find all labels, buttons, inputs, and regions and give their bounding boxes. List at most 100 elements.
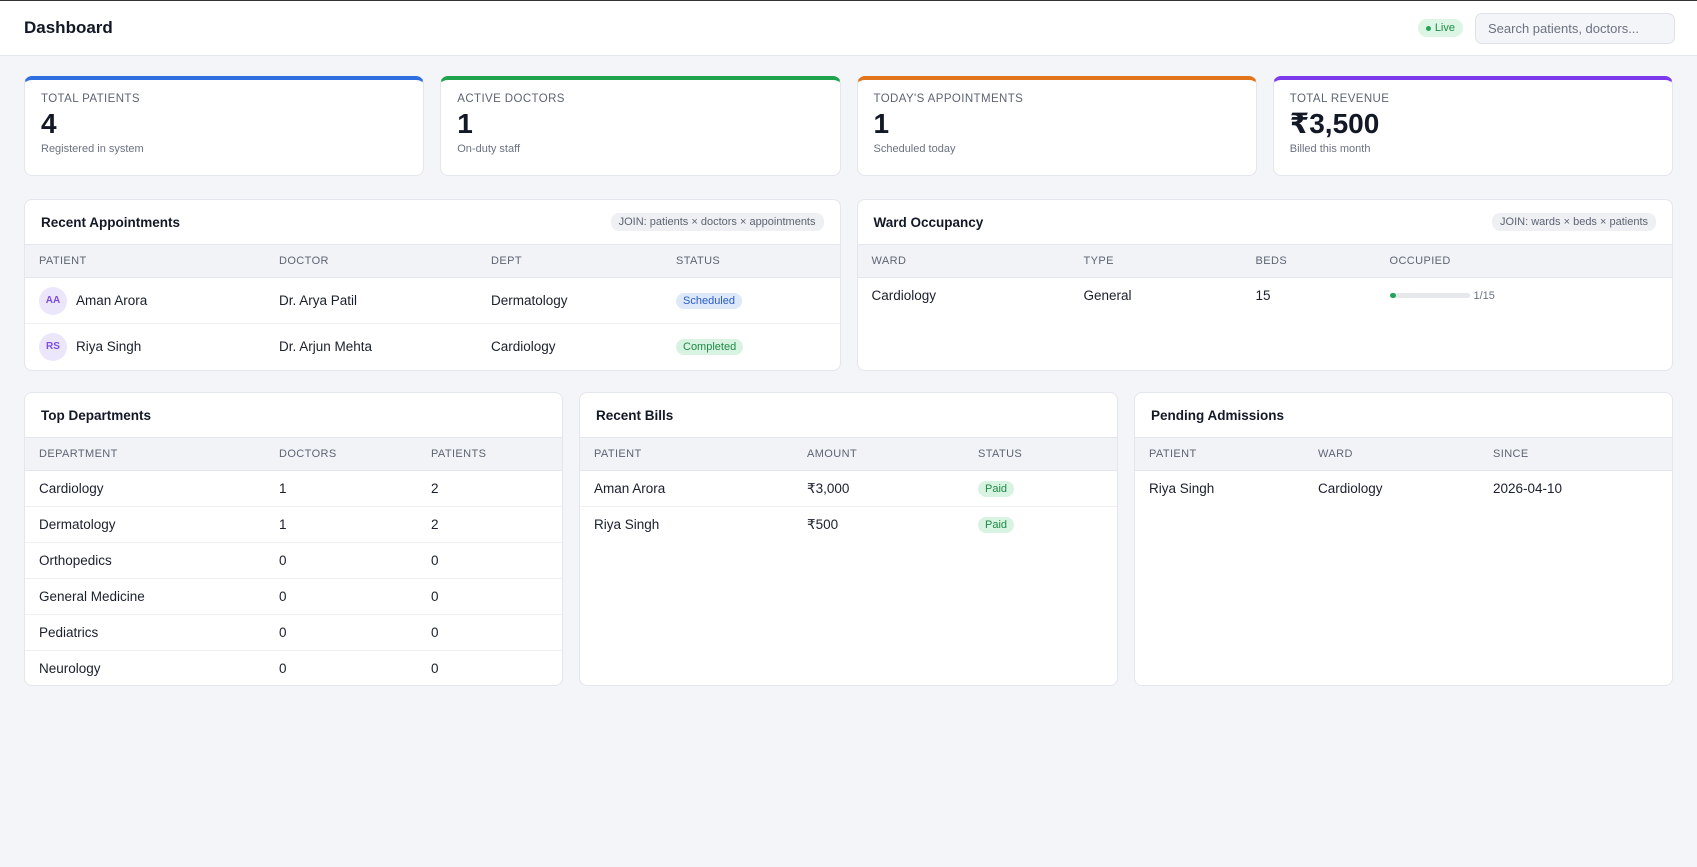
avatar: AA: [39, 286, 67, 315]
patient-cell: Aman Arora: [594, 481, 666, 496]
patient-name: Aman Arora: [76, 293, 148, 308]
table-row[interactable]: Pediatrics 0 0: [25, 614, 562, 651]
column-header: Beds: [1241, 244, 1376, 278]
stat-card-todays-appointments: Today's Appointments 1 Scheduled today: [856, 76, 1257, 176]
patient-cell: AA Aman Arora: [25, 278, 265, 324]
table-row[interactable]: RS Riya Singh Dr. Arjun Mehta Cardiology…: [25, 323, 840, 370]
column-header: Status: [662, 244, 840, 278]
patients-cell: 0: [417, 578, 562, 615]
join-pill: JOIN: wards × beds × patients: [1492, 213, 1656, 231]
live-label: Live: [1434, 22, 1455, 34]
top-bar-actions: Live: [1417, 12, 1675, 44]
table-row[interactable]: Riya Singh ₹500 Paid: [580, 506, 1117, 543]
department-cell: Dermatology: [25, 506, 265, 543]
pending-admissions-card: Pending Admissions Patient Ward Since Ri…: [1134, 392, 1673, 686]
since-cell: 2026-04-10: [1493, 481, 1563, 497]
patients-cell: 0: [417, 614, 562, 651]
stat-value: 1: [457, 108, 473, 139]
table-row[interactable]: Riya Singh Cardiology 2026-04-10: [1135, 471, 1672, 507]
live-dot-icon: [1425, 25, 1431, 31]
stat-label: Active Doctors: [457, 93, 565, 105]
card-header: Pending Admissions: [1135, 393, 1672, 437]
status-cell: Paid: [964, 506, 1117, 543]
stat-subtitle: Scheduled today: [873, 143, 956, 155]
patient-cell-content: RS Riya Singh: [39, 332, 251, 361]
occupancy-bar-fill: [1389, 293, 1396, 299]
doctor-cell: Dr. Arya Patil: [279, 293, 358, 308]
column-header: Ward: [857, 244, 1070, 278]
status-cell: Paid: [964, 471, 1117, 507]
table-row[interactable]: Cardiology 1 2: [25, 471, 562, 507]
column-header: Amount: [793, 437, 964, 471]
appointments-table: Patient Doctor Dept Status AA Aman Arora: [25, 244, 840, 370]
status-badge: Paid: [978, 481, 1015, 497]
stat-subtitle: Billed this month: [1289, 143, 1371, 155]
ward-cell: Cardiology: [1318, 481, 1383, 497]
department-cell: Cardiology: [39, 481, 104, 496]
patients-cell: 2: [417, 506, 562, 543]
doctors-cell: 0: [265, 578, 417, 615]
card-title: Recent Appointments: [41, 214, 181, 230]
department-cell: Pediatrics: [25, 614, 265, 651]
wards-table: Ward Type Beds Occupied Cardiology Gener…: [857, 244, 1673, 314]
stat-value: 4: [41, 108, 57, 139]
table-row[interactable]: Orthopedics 0 0: [25, 542, 562, 579]
dashboard-content: Total Patients 4 Registered in system Ac…: [0, 56, 1697, 686]
column-header: Patient: [580, 437, 793, 471]
stat-label: Today's Appointments: [873, 93, 1024, 105]
table-row[interactable]: General Medicine 0 0: [25, 578, 562, 615]
card-title: Recent Bills: [596, 407, 674, 423]
department-cell: Neurology: [25, 650, 265, 685]
live-status-badge: Live: [1417, 19, 1463, 37]
status-badge: Paid: [978, 517, 1015, 534]
page-title: Dashboard: [24, 18, 113, 37]
ward-occupancy-card: Ward Occupancy JOIN: wards × beds × pati…: [856, 199, 1673, 371]
table-row[interactable]: AA Aman Arora Dr. Arya Patil Dermatology…: [25, 278, 840, 324]
patient-cell-content: AA Aman Arora: [39, 286, 251, 315]
stat-label: Total Patients: [41, 93, 140, 105]
table-row[interactable]: Neurology 0 0: [25, 650, 562, 685]
departments-table: Department Doctors Patients Cardiology 1 2…: [25, 437, 562, 685]
department-cell: General Medicine: [25, 578, 265, 615]
stat-subtitle: On-duty staff: [457, 143, 521, 155]
patient-cell: Riya Singh: [580, 506, 793, 543]
type-cell: General: [1083, 288, 1132, 304]
occupancy-text: 1/15: [1473, 289, 1495, 302]
column-header: Department: [25, 437, 265, 471]
dept-cell: Dermatology: [491, 293, 568, 308]
patient-cell: Riya Singh: [1149, 481, 1215, 497]
join-pill: JOIN: patients × doctors × appointments: [610, 213, 824, 231]
doctors-cell: 0: [265, 542, 417, 579]
card-header: Top Departments: [25, 393, 562, 437]
department-cell: Orthopedics: [25, 542, 265, 579]
stat-value: 1: [873, 108, 890, 139]
table-row[interactable]: Cardiology General 15 1/15: [858, 278, 1673, 314]
status-badge: Scheduled: [676, 293, 742, 309]
status-cell: Scheduled: [662, 278, 840, 324]
stat-subtitle: Registered in system: [41, 143, 144, 155]
patient-cell: RS Riya Singh: [25, 323, 265, 370]
column-header: Patient: [1135, 437, 1304, 471]
card-title: Top Departments: [41, 407, 152, 423]
card-header: Recent Bills: [580, 393, 1117, 437]
patients-cell: 0: [417, 650, 562, 685]
table-row[interactable]: Aman Arora ₹3,000 Paid: [580, 471, 1117, 507]
occupied-cell: 1/15: [1376, 278, 1673, 314]
stat-card-total-patients: Total Patients 4 Registered in system: [24, 76, 425, 176]
top-bar: Dashboard Live: [0, 1, 1697, 56]
column-header: Doctor: [265, 244, 477, 278]
patient-name: Riya Singh: [76, 339, 142, 355]
search-input[interactable]: [1475, 12, 1675, 44]
beds-cell: 15: [1255, 288, 1271, 304]
amount-cell: ₹3,000: [807, 480, 850, 496]
column-header: Patient: [25, 244, 265, 278]
doctor-cell: Dr. Arjun Mehta: [265, 323, 477, 370]
doctors-cell: 1: [265, 506, 417, 543]
table-row[interactable]: Dermatology 1 2: [25, 506, 562, 543]
column-header: Type: [1069, 244, 1242, 278]
column-header: Doctors: [265, 437, 417, 471]
stat-label: Total Revenue: [1289, 93, 1390, 105]
patients-cell: 2: [431, 481, 439, 496]
occupancy-meter: 1/15: [1389, 289, 1659, 302]
stat-value: ₹3,500: [1289, 108, 1380, 139]
